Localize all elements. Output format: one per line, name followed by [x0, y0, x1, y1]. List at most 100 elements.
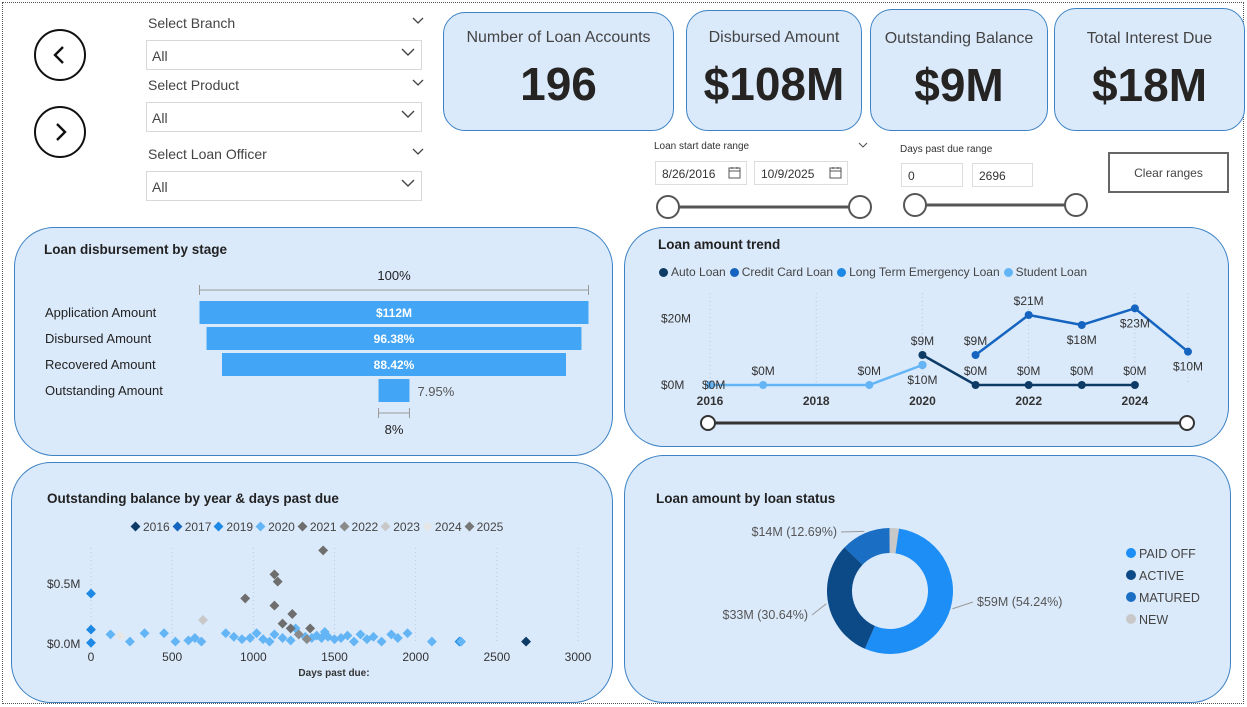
data-point[interactable]: [1077, 321, 1086, 329]
funnel-stage-label: Recovered Amount: [45, 357, 156, 372]
series-line[interactable]: [974, 306, 1189, 356]
kpi-outstanding-balance: Outstanding Balance $9M: [870, 9, 1048, 131]
data-point[interactable]: [865, 381, 874, 389]
end-date-handle[interactable]: [848, 195, 872, 219]
date-range-slider[interactable]: [654, 193, 876, 221]
start-date-value: 8/26/2016: [662, 167, 716, 181]
chevron-right-icon: [56, 123, 67, 141]
funnel-bar[interactable]: [378, 379, 410, 402]
data-label: $9M: [911, 334, 934, 348]
dpd-range-slider[interactable]: [900, 191, 1094, 219]
scatter-point[interactable]: [198, 615, 208, 625]
leader-line: [840, 530, 865, 533]
scatter-point[interactable]: [159, 628, 169, 639]
product-slicer-label: Select Product: [148, 77, 240, 93]
data-point[interactable]: [1024, 311, 1033, 319]
scatter-card: Outstanding balance by year & days past …: [11, 462, 613, 703]
scatter-point[interactable]: [240, 593, 251, 604]
scatter-point[interactable]: [426, 636, 437, 647]
legend-item[interactable]: MATURED: [1126, 591, 1200, 605]
legend-marker: [1126, 614, 1136, 624]
scatter-point[interactable]: [115, 630, 126, 641]
scatter-point[interactable]: [349, 636, 359, 647]
kpi-title: Total Interest Due: [1086, 30, 1213, 47]
scatter-point[interactable]: [269, 600, 280, 611]
back-button[interactable]: [34, 29, 86, 81]
start-date-handle[interactable]: [656, 195, 680, 219]
branch-dropdown[interactable]: All: [146, 40, 422, 70]
scatter-point[interactable]: [285, 635, 296, 646]
data-label: $0M: [1017, 364, 1040, 378]
start-date-input[interactable]: 8/26/2016: [655, 161, 747, 185]
x-tick-label: 2016: [697, 394, 724, 408]
data-point[interactable]: [759, 381, 768, 389]
funnel-stage-label: Outstanding Amount: [45, 383, 163, 398]
data-point[interactable]: [1077, 381, 1086, 389]
scatter-point[interactable]: [237, 634, 247, 645]
data-point[interactable]: [1130, 304, 1139, 313]
dpd-max-handle[interactable]: [1064, 193, 1088, 217]
chevron-down-icon: [858, 142, 868, 148]
zoom-slider-start-handle[interactable]: [700, 415, 716, 431]
date-range-label-text: Loan start date range: [654, 141, 750, 152]
scatter-point[interactable]: [105, 629, 116, 640]
scatter-point[interactable]: [139, 628, 150, 639]
calendar-icon[interactable]: [728, 166, 741, 179]
branch-slicer-header[interactable]: Select Branch: [148, 15, 424, 37]
scatter-point[interactable]: [277, 618, 288, 629]
data-point[interactable]: [971, 351, 980, 359]
y-tick-label: $0M: [661, 378, 684, 392]
end-date-input[interactable]: 10/9/2025: [754, 161, 848, 185]
kpi-disbursed-amount: Disbursed Amount $108M: [686, 10, 862, 131]
calendar-icon[interactable]: [829, 166, 842, 179]
scatter-point[interactable]: [86, 588, 96, 599]
scatter-point[interactable]: [402, 628, 413, 639]
donut-data-label: $59M (54.24%): [977, 595, 1062, 609]
legend-marker: [1126, 570, 1136, 580]
scatter-point[interactable]: [318, 545, 329, 556]
funnel-top-bracket: [199, 285, 589, 295]
kpi-value: $9M: [914, 59, 1004, 111]
scatter-point[interactable]: [86, 637, 96, 648]
x-tick-label: 2022: [1015, 394, 1042, 408]
data-point[interactable]: [918, 361, 927, 369]
funnel-bar-value: 88.42%: [374, 358, 415, 372]
donut-data-label: $33M (30.64%): [723, 608, 808, 622]
end-date-value: 10/9/2025: [761, 167, 815, 181]
product-dropdown[interactable]: All: [146, 102, 422, 132]
legend-label: PAID OFF: [1139, 547, 1196, 561]
loan-officer-dropdown[interactable]: All: [146, 171, 422, 201]
scatter-point[interactable]: [521, 636, 532, 647]
funnel-stage-label: Application Amount: [45, 305, 157, 320]
funnel-bottom-bracket: [378, 408, 410, 418]
x-tick-label: 2024: [1122, 394, 1149, 408]
dpd-min-input[interactable]: 0: [901, 163, 963, 187]
data-label: $23M: [1120, 316, 1150, 330]
legend-item[interactable]: PAID OFF: [1126, 547, 1200, 561]
data-point[interactable]: [1184, 347, 1192, 356]
scatter-point[interactable]: [287, 609, 298, 619]
product-slicer-header[interactable]: Select Product: [148, 77, 424, 99]
scatter-point[interactable]: [86, 624, 96, 635]
donut-slice[interactable]: [827, 547, 875, 649]
dpd-min-value: 0: [908, 169, 915, 183]
legend-item[interactable]: NEW: [1126, 613, 1200, 627]
scatter-point[interactable]: [170, 636, 181, 647]
data-point[interactable]: [971, 381, 980, 389]
scatter-point[interactable]: [305, 623, 316, 634]
data-point[interactable]: [1024, 381, 1033, 389]
funnel-stage-label: Disbursed Amount: [45, 331, 152, 346]
y-tick-label: $0.0M: [47, 637, 80, 651]
scatter-point[interactable]: [125, 636, 135, 647]
data-point[interactable]: [918, 351, 927, 359]
forward-button[interactable]: [34, 106, 86, 158]
legend-item[interactable]: ACTIVE: [1126, 569, 1200, 583]
data-point[interactable]: [1130, 381, 1139, 389]
dpd-min-handle[interactable]: [903, 193, 927, 217]
zoom-slider-end-handle[interactable]: [1179, 415, 1195, 431]
dpd-max-input[interactable]: 2696: [972, 163, 1033, 187]
scatter-point[interactable]: [376, 636, 387, 647]
clear-ranges-button[interactable]: Clear ranges: [1108, 152, 1229, 193]
scatter-point[interactable]: [456, 636, 467, 647]
loan-officer-slicer-header[interactable]: Select Loan Officer: [148, 146, 424, 168]
